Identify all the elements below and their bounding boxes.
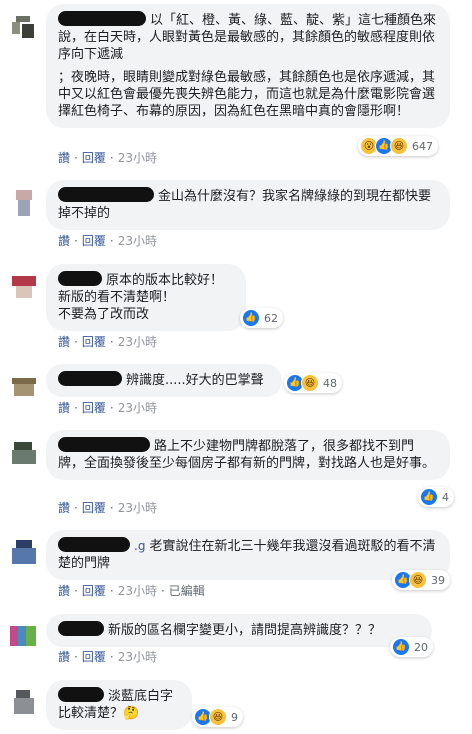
reaction-summary[interactable]: 😮 👍 😆 647	[358, 136, 438, 156]
reaction-summary[interactable]: 👍 62	[240, 308, 283, 328]
reply-link[interactable]: 回覆	[82, 151, 106, 165]
comment-bubble: 路上不少建物門牌都脫落了，很多都找不到門牌，全面換發後至少每個房子都有新的門牌，…	[46, 430, 450, 480]
comment-actions: 讚 · 回覆 · 23小時	[58, 401, 157, 415]
timestamp[interactable]: 23小時	[118, 584, 157, 598]
avatar[interactable]	[8, 536, 40, 568]
like-icon: 👍	[392, 638, 410, 656]
comment-actions: 讚 · 回覆 · 23小時	[58, 650, 157, 664]
like-link[interactable]: 讚	[58, 401, 70, 415]
reaction-summary[interactable]: 👍 😆 39	[392, 570, 450, 590]
reply-link[interactable]: 回覆	[82, 650, 106, 664]
reaction-count: 62	[264, 311, 278, 325]
reply-link[interactable]: 回覆	[82, 401, 106, 415]
like-icon: 👍	[420, 488, 438, 506]
comment-text: ；夜晚時，眼睛則變成對綠色最敏感，其餘顏色也是依序遞減，其中又以紅色會最優先喪失…	[58, 70, 436, 119]
avatar[interactable]	[8, 270, 40, 302]
comment-bubble: 以「紅、橙、黃、綠、藍、靛、紫」這七種顏色來說，在白天時，人眼對黃色是最敏感的，…	[46, 4, 450, 128]
avatar[interactable]	[8, 686, 40, 718]
reaction-count: 647	[412, 139, 433, 153]
reaction-count: 4	[442, 490, 449, 504]
avatar[interactable]	[8, 620, 40, 652]
redacted-author	[58, 187, 154, 202]
haha-icon: 😆	[209, 708, 227, 726]
comment-text: 新版的區名欄字變更小，請問提高辨識度？？？	[58, 621, 420, 639]
comment-bubble: 原本的版本比較好！ 新版的看不清楚啊！ 不要為了改而改	[46, 264, 246, 331]
avatar[interactable]	[8, 436, 40, 468]
comment-actions: 讚 · 回覆 · 23小時	[58, 234, 157, 248]
like-link[interactable]: 讚	[58, 650, 70, 664]
avatar[interactable]	[8, 370, 40, 402]
reaction-count: 20	[414, 640, 428, 654]
comment-text: 以「紅、橙、黃、綠、藍、靛、紫」這七種顏色來說，在白天時，人眼對黃色是最敏感的，…	[58, 11, 437, 62]
timestamp[interactable]: 23小時	[118, 501, 157, 515]
comment-bubble: 新版的區名欄字變更小，請問提高辨識度？？？	[46, 614, 432, 647]
comment-bubble: 金山為什麼沒有？我家名牌綠綠的到現在都快要掉不掉的	[46, 180, 450, 230]
redacted-author	[58, 621, 104, 636]
timestamp[interactable]: 23小時	[118, 401, 157, 415]
like-link[interactable]: 讚	[58, 151, 70, 165]
comment-actions: 讚 · 回覆 · 23小時	[58, 335, 157, 349]
redacted-author	[58, 437, 150, 452]
comment-actions: 讚 · 回覆 · 23小時	[58, 501, 157, 515]
reply-link[interactable]: 回覆	[82, 501, 106, 515]
redacted-author	[58, 371, 122, 386]
redacted-author	[58, 271, 102, 286]
comment-text: 原本的版本比較好！ 新版的看不清楚啊！ 不要為了改而改	[58, 271, 224, 322]
comment-text: 金山為什麼沒有？我家名牌綠綠的到現在都快要掉不掉的	[58, 187, 432, 221]
edited-label[interactable]: 已編輯	[169, 584, 205, 598]
avatar[interactable]	[8, 186, 40, 218]
comment-bubble: 辨識度.....好大的巴掌聲	[46, 364, 282, 397]
haha-icon: 😆	[301, 374, 319, 392]
comment-text: 路上不少建物門牌都脫落了，很多都找不到門牌，全面換發後至少每個房子都有新的門牌，…	[58, 437, 436, 471]
reaction-count: 48	[323, 376, 337, 390]
redacted-author	[58, 537, 130, 552]
like-link[interactable]: 讚	[58, 501, 70, 515]
comment-bubble: 淡藍底白字 比較清楚？🤔	[46, 680, 192, 730]
reaction-count: 9	[231, 710, 238, 724]
reaction-summary[interactable]: 👍 20	[390, 637, 433, 657]
timestamp[interactable]: 23小時	[118, 234, 157, 248]
timestamp[interactable]: 23小時	[118, 335, 157, 349]
reaction-count: 39	[431, 573, 445, 587]
comment-bubble: .g 老實說住在新北三十幾年我還沒看過斑駁的看不清楚的門牌	[46, 530, 450, 580]
like-link[interactable]: 讚	[58, 335, 70, 349]
comment-text: 辨識度.....好大的巴掌聲	[58, 371, 270, 389]
like-icon: 👍	[242, 309, 260, 327]
comment-text: .g 老實說住在新北三十幾年我還沒看過斑駁的看不清楚的門牌	[58, 537, 436, 571]
redacted-author	[58, 11, 146, 26]
comment-text: 淡藍底白字 比較清楚？🤔	[58, 687, 174, 721]
like-link[interactable]: 讚	[58, 584, 70, 598]
timestamp[interactable]: 23小時	[118, 151, 157, 165]
like-link[interactable]: 讚	[58, 234, 70, 248]
reaction-summary[interactable]: 👍 4	[418, 487, 454, 507]
reply-link[interactable]: 回覆	[82, 584, 106, 598]
reaction-summary[interactable]: 👍 😆 9	[192, 707, 243, 727]
reply-link[interactable]: 回覆	[82, 335, 106, 349]
reply-link[interactable]: 回覆	[82, 234, 106, 248]
avatar[interactable]	[8, 10, 40, 42]
redacted-author	[58, 687, 104, 702]
comment-actions: 讚 · 回覆 · 23小時	[58, 151, 157, 165]
reaction-summary[interactable]: 👍 😆 48	[284, 373, 342, 393]
haha-icon: 😆	[409, 571, 427, 589]
comment-actions: 讚 · 回覆 · 23小時 · 已編輯	[58, 584, 205, 598]
timestamp[interactable]: 23小時	[118, 650, 157, 664]
haha-icon: 😆	[390, 137, 408, 155]
